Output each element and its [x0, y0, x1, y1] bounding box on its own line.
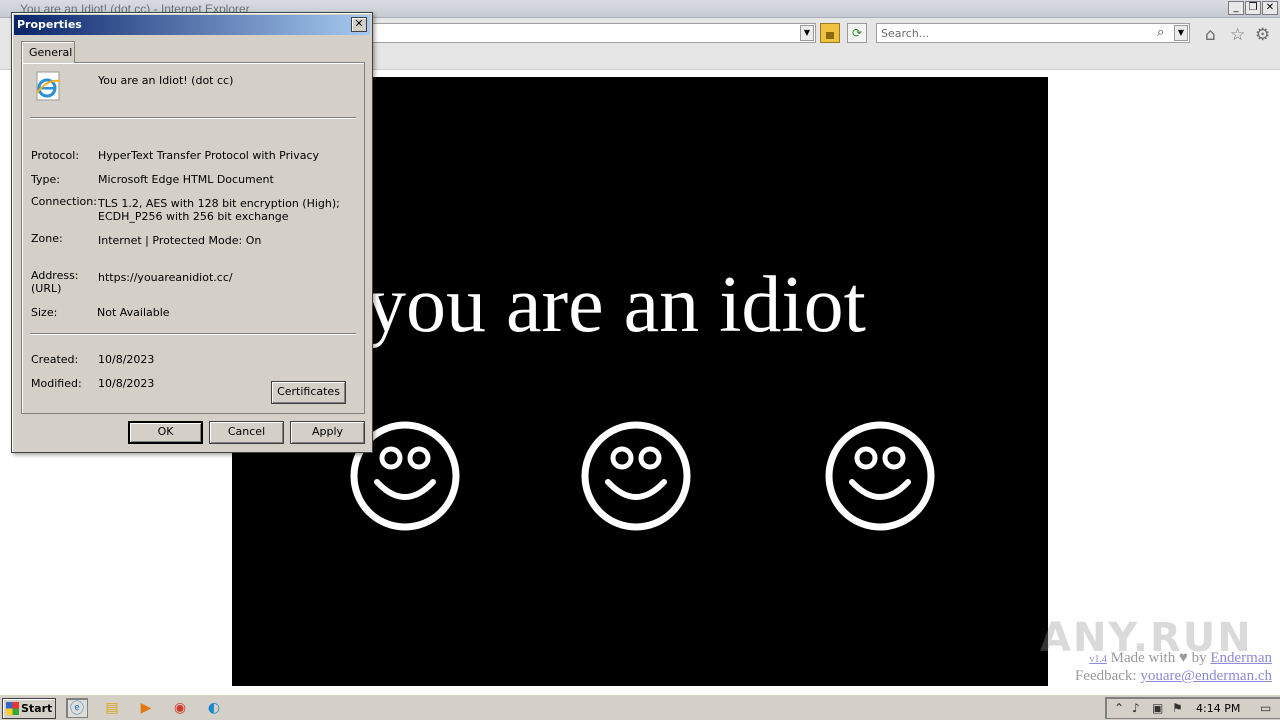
minimize-button[interactable]: _ [1228, 1, 1244, 15]
created-label: Created: [31, 353, 79, 366]
smiley-icon [580, 420, 692, 532]
divider [30, 333, 356, 335]
clock[interactable]: 4:14 PM [1196, 702, 1240, 715]
protocol-value: HyperText Transfer Protocol with Privacy [98, 149, 320, 162]
connection-label: Connection: [31, 195, 97, 208]
made-with-text: Made with [1110, 650, 1176, 666]
media-player-icon[interactable]: ▶ [135, 698, 157, 718]
author-link[interactable]: Enderman [1210, 650, 1272, 666]
system-tray: ⌃ ♪ ▣ ⚑ 4:14 PM ▭ [1105, 697, 1280, 719]
cancel-button[interactable]: Cancel [209, 421, 284, 444]
divider [30, 117, 356, 119]
protocol-label: Protocol: [31, 149, 80, 162]
size-label: Size: [31, 306, 58, 319]
chrome-icon[interactable]: ◉ [169, 698, 191, 718]
start-button[interactable]: Start [2, 698, 56, 719]
dialog-close-button[interactable]: ✕ [351, 17, 367, 32]
search-input[interactable]: Search... ⌕ ▼ [876, 23, 1190, 43]
made-with-credit: v1.4 Made with ♥ by Enderman Feedback: y… [1075, 650, 1272, 685]
favorites-star-icon[interactable]: ☆ [1230, 25, 1245, 45]
restore-button[interactable]: ❐ [1245, 1, 1261, 15]
connection-value-line1: TLS 1.2, AES with 128 bit encryption (Hi… [98, 197, 340, 210]
by-text: by [1191, 650, 1207, 666]
feedback-email-link[interactable]: youare@enderman.ch [1140, 668, 1272, 684]
windows-flag-icon [6, 702, 19, 715]
search-dropdown-icon[interactable]: ▼ [1174, 25, 1188, 41]
type-label: Type: [31, 173, 60, 186]
taskbar: Start ⓔ ▤ ▶ ◉ ◐ ⌃ ♪ ▣ ⚑ 4:14 PM ▭ [0, 694, 1280, 720]
settings-gear-icon[interactable]: ⚙ [1255, 25, 1270, 45]
address-url-label: (URL) [31, 282, 62, 295]
tab-general-label: General [29, 46, 73, 59]
tab-general[interactable]: General [21, 41, 75, 63]
address-dropdown-icon[interactable]: ▼ [800, 25, 814, 41]
home-icon[interactable]: ⌂ [1205, 25, 1216, 45]
start-label: Start [21, 702, 53, 715]
smiley-icon [824, 420, 936, 532]
edge-icon[interactable]: ◐ [203, 698, 225, 718]
connection-value-line2: ECDH_P256 with 256 bit exchange [98, 210, 289, 223]
properties-dialog: Properties ✕ General You are an Idiot! (… [11, 12, 373, 453]
feedback-label: Feedback: [1074, 668, 1137, 684]
zone-label: Zone: [31, 232, 63, 245]
type-value: Microsoft Edge HTML Document [98, 173, 274, 186]
modified-value: 10/8/2023 [98, 377, 155, 390]
tray-expand-icon[interactable]: ⌃ [1114, 701, 1124, 715]
explorer-folder-icon[interactable]: ▤ [101, 698, 123, 718]
volume-icon[interactable]: ♪ [1132, 701, 1140, 715]
address-bar[interactable]: ▼ [372, 23, 816, 43]
search-icon[interactable]: ⌕ [1157, 25, 1164, 40]
search-placeholder: Search... [881, 27, 930, 40]
version-link[interactable]: v1.4 [1089, 654, 1107, 665]
close-window-button[interactable]: ✕ [1262, 1, 1278, 15]
dialog-title: Properties [17, 18, 82, 31]
ie-file-icon [33, 71, 63, 101]
size-value: Not Available [97, 306, 170, 319]
ok-button[interactable]: OK [128, 421, 203, 444]
lock-icon[interactable] [820, 23, 840, 43]
zone-value: Internet | Protected Mode: On [98, 234, 262, 247]
headline: you are an idiot [366, 261, 866, 349]
modified-label: Modified: [31, 377, 82, 390]
heart-icon: ♥ [1178, 650, 1188, 666]
created-value: 10/8/2023 [98, 353, 155, 366]
ie-taskbar-icon[interactable]: ⓔ [66, 698, 88, 718]
file-name: You are an Idiot! (dot cc) [98, 74, 234, 87]
action-center-flag-icon[interactable]: ⚑ [1172, 701, 1183, 715]
network-icon[interactable]: ▣ [1152, 701, 1163, 715]
certificates-button[interactable]: Certificates [271, 381, 346, 404]
show-desktop-icon[interactable]: ▭ [1260, 701, 1271, 715]
general-tab-panel: You are an Idiot! (dot cc) Protocol: Hyp… [21, 62, 365, 414]
refresh-icon[interactable]: ⟳ [847, 23, 867, 43]
apply-button[interactable]: Apply [290, 421, 365, 444]
address-label: Address: [31, 269, 79, 282]
dialog-titlebar[interactable]: Properties ✕ [14, 15, 370, 35]
address-value: https://youareanidiot.cc/ [98, 271, 233, 284]
